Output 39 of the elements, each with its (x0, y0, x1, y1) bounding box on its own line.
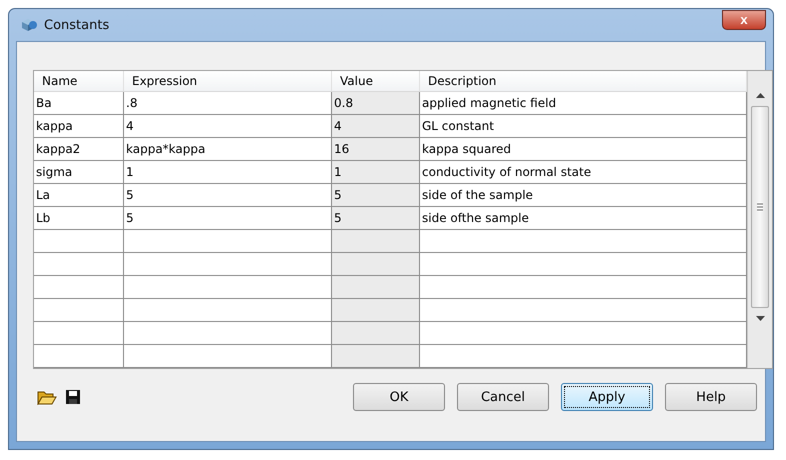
table-cell: 5 (124, 184, 332, 207)
table-cell: GL constant (420, 115, 747, 138)
open-folder-icon[interactable] (37, 389, 57, 405)
window-title: Constants (44, 18, 110, 32)
scroll-thumb[interactable] (751, 106, 769, 308)
table-cell: 16 (332, 138, 420, 161)
table-cell: 4 (332, 115, 420, 138)
table-cell: Ba (34, 92, 124, 115)
table-cell: kappa2 (34, 138, 124, 161)
scroll-up-icon[interactable] (756, 93, 764, 98)
table-cell: kappa squared (420, 138, 747, 161)
table-cell: 0.8 (332, 92, 420, 115)
dialog-button[interactable]: Apply (561, 383, 653, 411)
table-cell: side ofthe sample (420, 207, 747, 230)
table-cell: Lb (34, 207, 124, 230)
table-cell: La (34, 184, 124, 207)
column-header[interactable]: Expression (124, 71, 332, 92)
dialog-button[interactable]: Cancel (457, 383, 549, 411)
table-cell: .8 (124, 92, 332, 115)
table-cell: applied magnetic field (420, 92, 747, 115)
table-cell: kappa (34, 115, 124, 138)
table-cell: 5 (124, 207, 332, 230)
vertical-scrollbar[interactable] (747, 71, 772, 368)
table-cell: 1 (124, 161, 332, 184)
table-cell: 1 (332, 161, 420, 184)
table-cell: conductivity of normal state (420, 161, 747, 184)
cube-icon (20, 17, 38, 33)
column-header[interactable]: Name (34, 71, 124, 92)
column-header[interactable]: Value (332, 71, 420, 92)
table-cell: 5 (332, 184, 420, 207)
table-cell: 5 (332, 207, 420, 230)
table-cell: side of the sample (420, 184, 747, 207)
column-header[interactable]: Description (420, 71, 747, 92)
table-cell: kappa*kappa (124, 138, 332, 161)
dialog-button[interactable]: OK (353, 383, 445, 411)
table-cell: 4 (124, 115, 332, 138)
table-cell: sigma (34, 161, 124, 184)
dialog-button[interactable]: Help (665, 383, 757, 411)
scroll-down-icon[interactable] (756, 316, 764, 321)
